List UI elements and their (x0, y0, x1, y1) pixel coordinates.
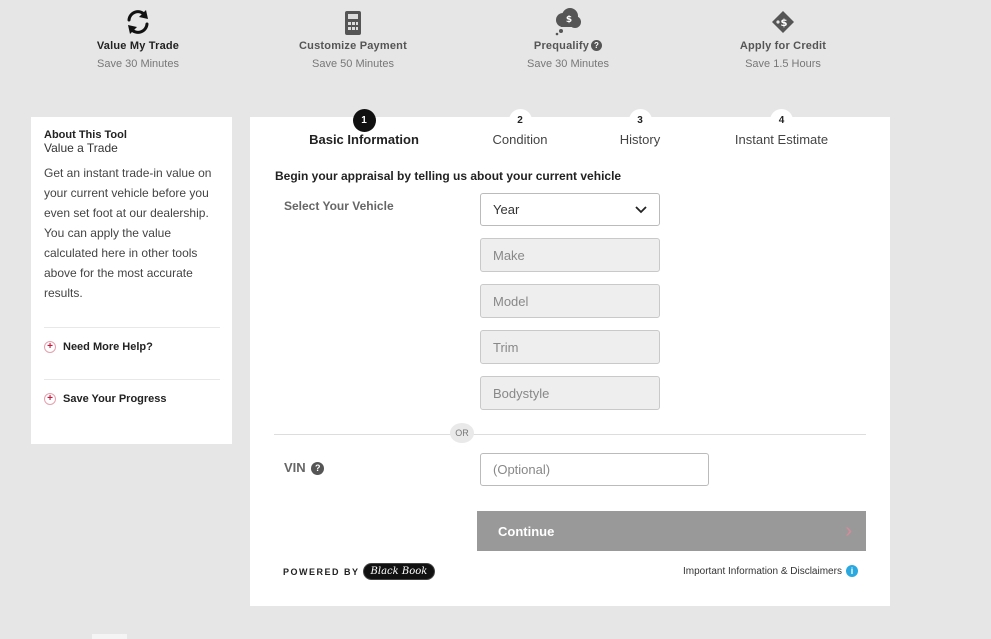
tab-value-my-trade[interactable]: Value My Trade Save 30 Minutes (38, 0, 238, 80)
tool-tabs: Value My Trade Save 30 Minutes Customize… (0, 0, 991, 80)
step-number: 3 (628, 109, 652, 132)
tab-name: Value My Trade (96, 40, 180, 52)
help-icon[interactable]: ? (591, 40, 603, 51)
or-badge: OR (450, 423, 474, 443)
model-placeholder: Model (493, 293, 529, 309)
bodystyle-select[interactable]: Bodystyle (480, 376, 660, 410)
step-number: 4 (770, 109, 793, 132)
step-number: 1 (352, 109, 376, 132)
help-icon[interactable]: ? (311, 462, 325, 475)
link-label: Need More Help? (63, 341, 153, 353)
svg-text:$: $ (566, 15, 572, 25)
link-label: Save Your Progress (63, 393, 167, 405)
step-instant-estimate[interactable]: 4 Instant Estimate (730, 109, 833, 147)
year-select[interactable]: Year (480, 193, 660, 226)
appraisal-panel: 1 Basic Information 2 Condition 3 Histor… (250, 109, 890, 606)
plus-icon: + (44, 393, 56, 405)
continue-button[interactable]: Continue › (477, 511, 866, 551)
money-cloud-icon: $ (555, 8, 581, 36)
plus-icon: + (44, 341, 56, 353)
sidebar-description: Get an instant trade-in value on your cu… (44, 166, 212, 300)
disclaimer-text: Important Information & Disclaimers (683, 565, 842, 577)
continue-label: Continue (498, 523, 555, 539)
step-basic-information[interactable]: 1 Basic Information (309, 109, 419, 147)
chevron-down-icon (635, 205, 647, 213)
divider (44, 327, 220, 328)
disclaimer-link[interactable]: Important Information & Disclaimers i (683, 565, 858, 577)
powered-by: POWERED BY Black Book (283, 563, 436, 580)
tab-sub: Save 50 Minutes (312, 58, 394, 70)
step-label: Basic Information (309, 132, 419, 147)
tab-prequalify[interactable]: $ Prequalify? Save 30 Minutes (468, 0, 668, 80)
year-value: Year (493, 202, 520, 217)
step-label: Condition (492, 132, 548, 147)
step-condition[interactable]: 2 Condition (480, 109, 560, 147)
bodystyle-placeholder: Bodystyle (493, 385, 550, 401)
tab-customize-payment[interactable]: Customize Payment Save 50 Minutes (253, 0, 453, 80)
about-sidebar: About This Tool Value a Trade Get an ins… (31, 117, 232, 444)
need-more-help-link[interactable]: + Need More Help? (44, 340, 219, 354)
sync-icon (127, 10, 149, 34)
info-icon: i (845, 565, 858, 577)
sidebar-subheading: Value a Trade (44, 141, 118, 155)
tab-name: Customize Payment (299, 40, 407, 52)
save-progress-link[interactable]: + Save Your Progress (44, 392, 219, 406)
make-select[interactable]: Make (480, 238, 660, 272)
select-vehicle-label: Select Your Vehicle (284, 199, 394, 213)
step-label: Instant Estimate (734, 132, 829, 147)
svg-text:$: $ (781, 18, 788, 29)
trim-placeholder: Trim (493, 339, 519, 355)
tab-name: Apply for Credit (739, 40, 827, 52)
divider (44, 379, 220, 380)
make-placeholder: Make (493, 247, 525, 263)
tab-sub: Save 30 Minutes (527, 58, 609, 70)
powered-by-text: POWERED BY (283, 566, 360, 577)
step-number: 2 (508, 109, 532, 132)
black-book-logo: Black Book (362, 563, 436, 580)
calculator-icon (345, 11, 361, 35)
chevron-right-icon: › (845, 519, 852, 542)
credit-tag-icon: $ (772, 11, 794, 33)
trim-select[interactable]: Trim (480, 330, 660, 364)
model-select[interactable]: Model (480, 284, 660, 318)
bottom-tab (92, 634, 127, 639)
tab-sub: Save 30 Minutes (97, 58, 179, 70)
vin-label: VIN ? (284, 460, 325, 475)
sidebar-heading: About This Tool (44, 129, 127, 141)
form-intro: Begin your appraisal by telling us about… (275, 169, 622, 183)
step-history[interactable]: 3 History (610, 109, 670, 147)
vin-input[interactable] (480, 453, 709, 486)
step-label: History (619, 132, 661, 147)
tab-apply-for-credit[interactable]: $ Apply for Credit Save 1.5 Hours (683, 0, 883, 80)
tab-sub: Save 1.5 Hours (745, 58, 821, 70)
or-divider (274, 434, 866, 435)
tab-name: Prequalify? (468, 40, 668, 52)
